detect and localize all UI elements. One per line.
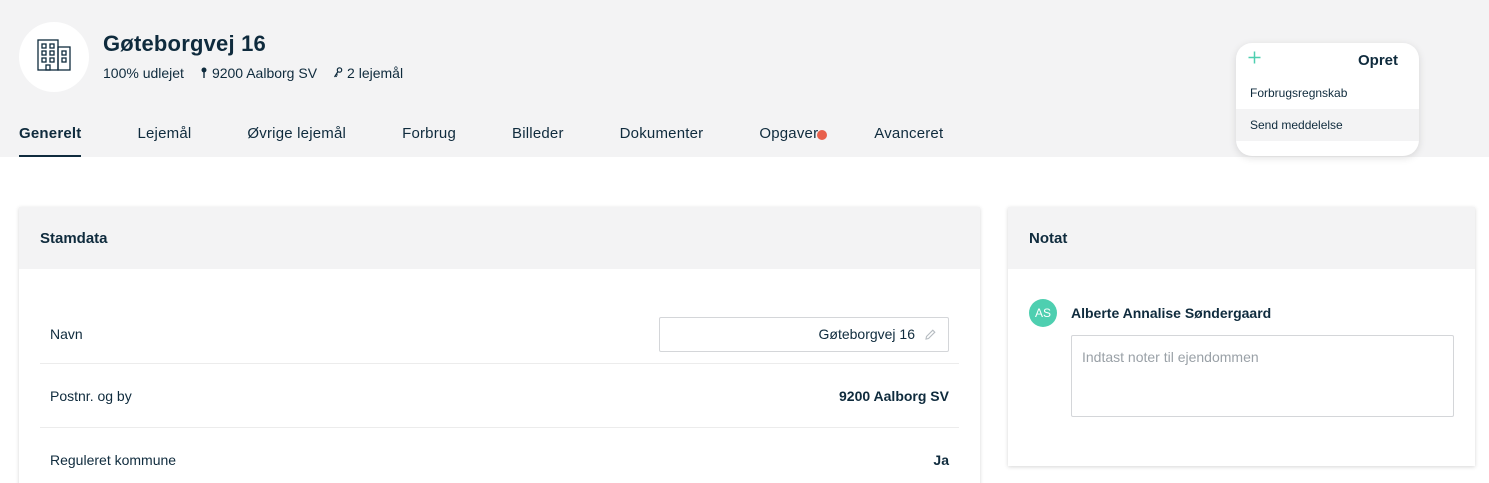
tab-billeder[interactable]: Billeder	[512, 118, 564, 157]
units: 2 lejemål	[333, 65, 403, 81]
tab-lejemaal[interactable]: Lejemål	[137, 118, 191, 157]
note-textarea[interactable]	[1071, 335, 1454, 417]
notification-dot	[817, 130, 828, 140]
tab-opgaver[interactable]: Opgaver	[759, 118, 828, 157]
units-text: 2 lejemål	[347, 65, 404, 81]
key-icon	[333, 67, 343, 79]
create-menu: Opret Forbrugsregnskab Send meddelelse	[1236, 43, 1419, 156]
notat-card: Notat AS Alberte Annalise Søndergaard	[1008, 207, 1475, 466]
create-label: Opret	[1357, 51, 1398, 69]
row-value: Ja	[933, 451, 949, 468]
tab-avanceret[interactable]: Avanceret	[874, 118, 943, 157]
tab-oevrige-lejemaal[interactable]: Øvrige lejemål	[247, 118, 346, 157]
page-title: Gøteborgvej 16	[103, 31, 266, 56]
notat-title: Notat	[1008, 207, 1475, 269]
name-field[interactable]: Gøteborgvej 16	[659, 316, 949, 352]
tab-forbrug[interactable]: Forbrug	[402, 118, 456, 157]
name-value: Gøteborgvej 16	[818, 326, 916, 342]
create-button[interactable]: Opret	[1236, 43, 1419, 77]
menu-item-send-meddelelse[interactable]: Send meddelelse	[1236, 109, 1419, 141]
row-label: Reguleret kommune	[50, 451, 177, 468]
row-label: Postnr. og by	[50, 387, 132, 404]
pin-icon	[200, 67, 208, 79]
row-reguleret-kommune: Reguleret kommune Ja	[40, 427, 959, 483]
tab-generelt[interactable]: Generelt	[19, 118, 82, 157]
row-label: Navn	[50, 326, 83, 342]
row-value: 9200 Aalborg SV	[839, 387, 949, 404]
stamdata-title: Stamdata	[19, 207, 980, 269]
plus-icon	[1248, 51, 1261, 69]
row-postnr: Postnr. og by 9200 Aalborg SV	[40, 363, 959, 427]
menu-item-forbrugsregnskab[interactable]: Forbrugsregnskab	[1236, 77, 1419, 109]
occupancy-text: 100% udlejet	[103, 65, 184, 81]
pencil-icon	[925, 328, 936, 340]
tab-dokumenter[interactable]: Dokumenter	[620, 118, 704, 157]
location-text: 9200 Aalborg SV	[211, 65, 318, 81]
property-meta: 100% udlejet 9200 Aalborg SV 2 lejemål	[103, 65, 419, 81]
property-avatar	[19, 22, 89, 92]
location: 9200 Aalborg SV	[200, 65, 317, 81]
user-name: Alberte Annalise Søndergaard	[1071, 305, 1272, 321]
note-user: AS Alberte Annalise Søndergaard	[1029, 299, 1271, 327]
stamdata-card: Stamdata Navn Gøteborgvej 16 Postnr. og …	[19, 207, 980, 483]
row-navn: Navn Gøteborgvej 16	[40, 302, 959, 366]
building-icon	[36, 38, 72, 77]
tab-bar: Generelt Lejemål Øvrige lejemål Forbrug …	[19, 118, 999, 157]
occupancy: 100% udlejet	[103, 65, 184, 81]
avatar: AS	[1029, 299, 1057, 327]
